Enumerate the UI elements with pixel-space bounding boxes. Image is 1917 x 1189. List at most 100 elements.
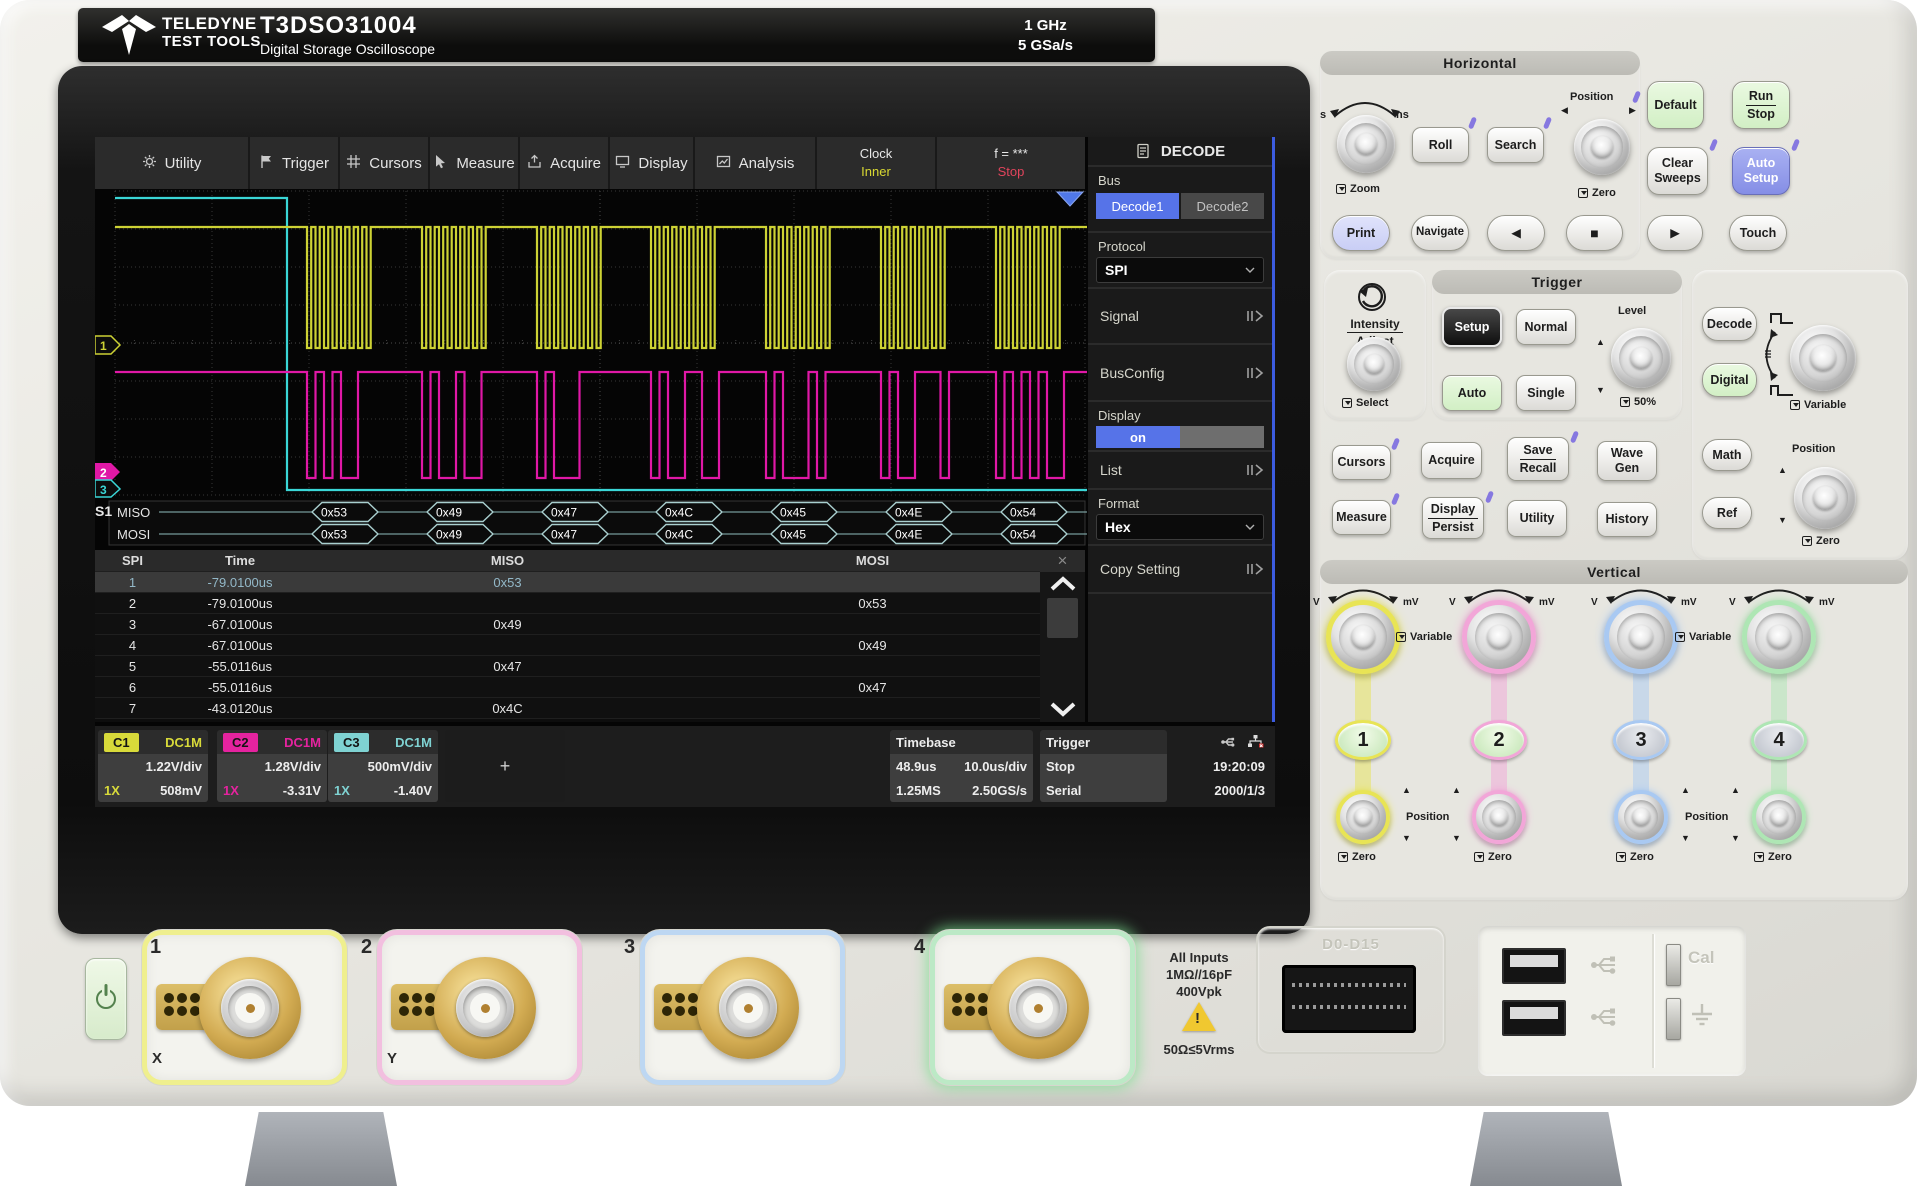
channel-descriptor-c2[interactable]: C2DC1M1.28V/div1X-3.31V <box>217 730 327 802</box>
menu-item-measure[interactable]: Measure <box>430 137 520 189</box>
horizontal-position-knob[interactable] <box>1574 119 1630 175</box>
close-icon[interactable]: × <box>1040 550 1085 572</box>
vertical-position-knob-3[interactable] <box>1614 790 1668 844</box>
svg-text:0x47: 0x47 <box>551 528 577 542</box>
math-button[interactable]: Math <box>1702 439 1752 471</box>
scroll-down-icon[interactable] <box>1048 700 1078 718</box>
vertical-scale-knob-1[interactable] <box>1326 600 1400 674</box>
vertical-scale-knob-3[interactable] <box>1604 600 1678 674</box>
table-scrollbar[interactable]: × <box>1040 550 1085 722</box>
busconfig-menu-item[interactable]: BusConfig <box>1088 345 1272 402</box>
display-toggle[interactable]: on <box>1096 426 1264 448</box>
lcd-screen[interactable]: UtilityTriggerCursorsMeasureAcquireDispl… <box>95 137 1275 807</box>
intensity-adjust-knob[interactable] <box>1347 337 1401 391</box>
timebase-box[interactable]: Timebase 48.9us10.0us/div 1.25MS2.50GS/s <box>890 730 1033 802</box>
ns-label: ns <box>1396 109 1409 121</box>
trigger-status-box[interactable]: Trigger Stop Serial <box>1040 730 1167 802</box>
tab-decode2[interactable]: Decode2 <box>1181 193 1264 219</box>
usb-cal-area: Cal <box>1478 926 1746 1076</box>
menu-item-trigger[interactable]: Trigger <box>250 137 340 189</box>
default-button[interactable]: Default <box>1647 81 1704 129</box>
power-button[interactable] <box>85 958 127 1040</box>
copy-setting-menu-item[interactable]: Copy Setting <box>1088 546 1272 594</box>
vertical-scale-knob-4[interactable] <box>1742 600 1816 674</box>
menu-item-display[interactable]: Display <box>610 137 695 189</box>
down-arrow-icon: ▼ <box>1731 833 1740 843</box>
vertical-position-knob-2[interactable] <box>1472 790 1526 844</box>
trigger-level-knob[interactable] <box>1611 328 1671 388</box>
save-recall-button[interactable]: SaveRecall <box>1507 437 1569 481</box>
nav-stop-button[interactable]: ■ <box>1566 215 1623 251</box>
table-row[interactable]: 3-67.0100us0x49 <box>95 614 1040 635</box>
svg-text:0x54: 0x54 <box>1010 506 1036 520</box>
channel-4-button[interactable]: 4 <box>1751 720 1807 760</box>
history-button[interactable]: History <box>1597 502 1657 537</box>
panel-accent-edge <box>1272 137 1275 722</box>
atten-value: 1X <box>223 783 239 798</box>
clear-sweeps-button[interactable]: ClearSweeps <box>1647 147 1708 195</box>
measure-button[interactable]: Measure <box>1332 500 1391 535</box>
channel-2-button[interactable]: 2 <box>1471 720 1527 760</box>
wave-gen-button[interactable]: WaveGen <box>1597 441 1657 481</box>
nav-play-button[interactable]: ▶ <box>1647 215 1703 251</box>
format-dropdown[interactable]: Hex <box>1096 514 1264 540</box>
waveform-display[interactable]: 123 <box>95 189 1087 498</box>
math-position-knob[interactable] <box>1794 467 1856 529</box>
nav-prev-button[interactable]: ◀ <box>1487 215 1545 251</box>
decode-list-table[interactable]: SPITimeMISOMOSI1-79.0100us0x532-79.0100u… <box>95 550 1085 722</box>
tab-decode1[interactable]: Decode1 <box>1096 193 1179 219</box>
v-label: V <box>1449 597 1456 608</box>
navigate-button[interactable]: Navigate <box>1411 215 1469 251</box>
vertical-position-knob-4[interactable] <box>1752 790 1806 844</box>
trigger-single-button[interactable]: Single <box>1516 375 1576 411</box>
vertical-position-knob-1[interactable] <box>1336 790 1390 844</box>
chart-icon <box>716 154 731 173</box>
menu-item-acquire[interactable]: Acquire <box>520 137 610 189</box>
trigger-auto-button[interactable]: Auto <box>1442 375 1502 411</box>
table-row[interactable]: 5-55.0116us0x47 <box>95 656 1040 677</box>
chevron-down-icon <box>1245 524 1255 530</box>
menu-item-utility[interactable]: Utility <box>95 137 250 189</box>
decode-button[interactable]: Decode <box>1702 307 1757 341</box>
touch-button[interactable]: Touch <box>1729 215 1787 251</box>
trigger-setup-button[interactable]: Setup <box>1442 307 1502 347</box>
table-row[interactable]: 7-43.0120us0x4C <box>95 698 1040 719</box>
run-stop-button[interactable]: RunStop <box>1732 81 1790 129</box>
channel-descriptor-c3[interactable]: C3DC1M500mV/div1X-1.40V <box>328 730 438 802</box>
channel-3-button[interactable]: 3 <box>1613 720 1669 760</box>
table-row[interactable]: 2-79.0100us0x53 <box>95 593 1040 614</box>
submenu-arrow-icon <box>1246 464 1264 476</box>
digital-button[interactable]: Digital <box>1702 363 1757 397</box>
roll-button[interactable]: Roll <box>1412 127 1469 163</box>
ground-terminal <box>1666 998 1681 1040</box>
list-menu-item[interactable]: List <box>1088 452 1272 490</box>
table-cell: 0x53 <box>310 575 705 590</box>
table-row[interactable]: 6-55.0116us0x47 <box>95 677 1040 698</box>
ref-button[interactable]: Ref <box>1702 497 1752 529</box>
intensity-label: Intensity <box>1347 317 1402 333</box>
auto-setup-button[interactable]: AutoSetup <box>1732 147 1790 195</box>
table-row[interactable]: 1-79.0100us0x53 <box>95 572 1040 593</box>
search-button[interactable]: Search <box>1487 127 1544 163</box>
clock-source-cell[interactable]: ClockInner <box>817 137 937 189</box>
utility-button[interactable]: Utility <box>1507 500 1567 537</box>
display-persist-button[interactable]: DisplayPersist <box>1422 497 1484 539</box>
math-descriptor-box[interactable]: + <box>445 730 565 802</box>
table-row[interactable]: 4-67.0100us0x49 <box>95 635 1040 656</box>
math-variable-knob[interactable] <box>1790 325 1856 391</box>
scroll-thumb[interactable] <box>1047 598 1078 638</box>
decode-panel: DECODE Bus Decode1 Decode2 Protocol SPI … <box>1088 137 1272 722</box>
trigger-normal-button[interactable]: Normal <box>1516 309 1576 345</box>
scroll-up-icon[interactable] <box>1048 575 1078 593</box>
menu-item-analysis[interactable]: Analysis <box>695 137 817 189</box>
protocol-dropdown[interactable]: SPI <box>1096 257 1264 283</box>
print-button[interactable]: Print <box>1332 215 1390 251</box>
cursors-button[interactable]: Cursors <box>1332 445 1391 480</box>
vertical-scale-knob-2[interactable] <box>1462 600 1536 674</box>
signal-menu-item[interactable]: Signal <box>1088 289 1272 345</box>
menu-item-cursors[interactable]: Cursors <box>340 137 430 189</box>
acquire-button[interactable]: Acquire <box>1421 442 1482 479</box>
channel-1-button[interactable]: 1 <box>1335 720 1391 760</box>
horizontal-zoom-knob[interactable] <box>1337 115 1395 173</box>
channel-descriptor-c1[interactable]: C1DC1M1.22V/div1X508mV <box>98 730 208 802</box>
